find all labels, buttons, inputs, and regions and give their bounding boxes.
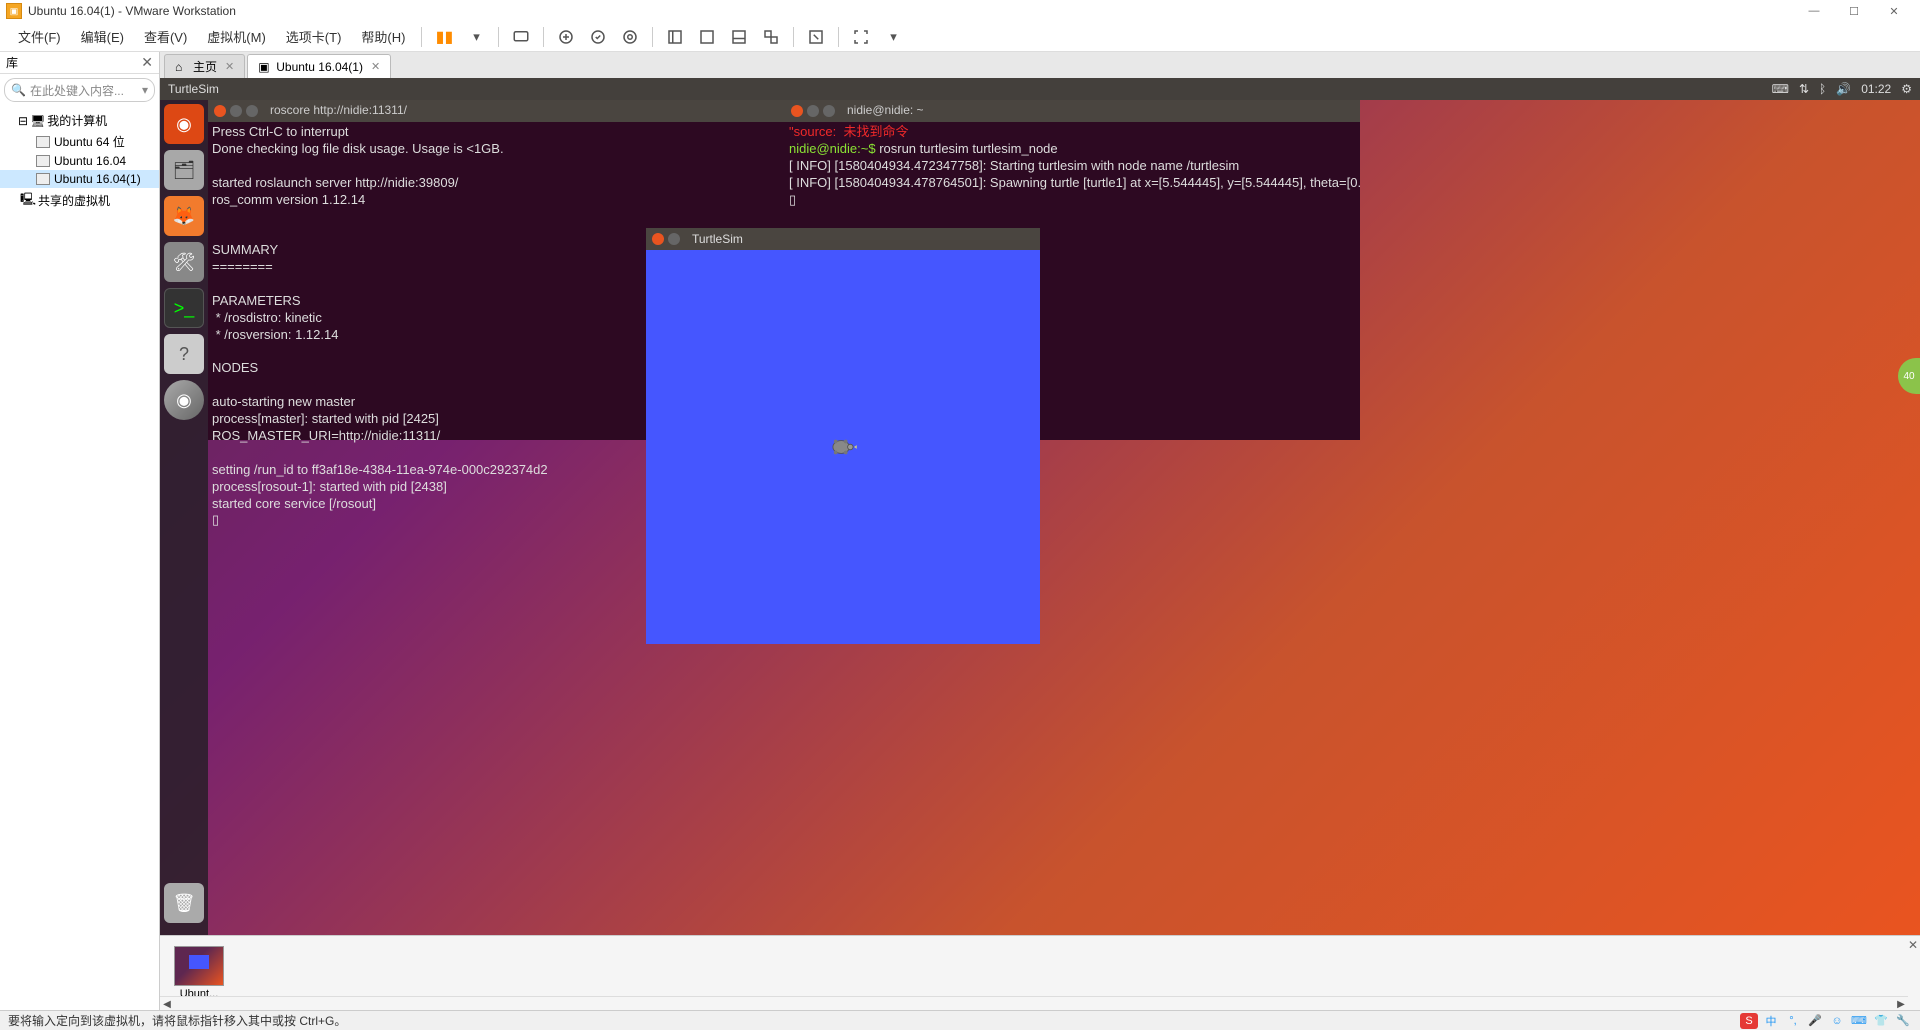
launcher-dvd[interactable]: ◉ <box>164 380 204 420</box>
vm-thumbnail[interactable]: Ubunt... <box>164 946 234 1000</box>
keyboard-indicator-icon[interactable]: ⌨ <box>1772 82 1789 96</box>
tree-vm-item-selected[interactable]: Ubuntu 16.04(1) <box>0 170 159 188</box>
term-close-icon[interactable] <box>791 105 803 117</box>
launcher-trash[interactable]: 🗑 <box>164 883 204 923</box>
search-icon: 🔍 <box>11 83 26 97</box>
launcher-help[interactable]: ? <box>164 334 204 374</box>
statusbar: 要将输入定向到该虚拟机，请将鼠标指针移入其中或按 Ctrl+G。 S 中 °, … <box>0 1010 1920 1030</box>
menu-view[interactable]: 查看(V) <box>134 23 197 50</box>
volume-icon[interactable]: 🔊 <box>1836 82 1851 96</box>
guest-display[interactable]: TurtleSim ⌨ ⇅ ᛒ 🔊 01:22 ⚙ ◉ 🗂 🦊 🛠 >_ ? ◉ <box>160 78 1920 935</box>
tray-emoji-icon[interactable]: ☺ <box>1828 1013 1846 1029</box>
close-button[interactable]: ✕ <box>1874 1 1914 21</box>
stretch-dropdown[interactable]: ▾ <box>879 25 907 49</box>
tray-punct-icon[interactable]: °, <box>1784 1013 1802 1029</box>
layout-thumb-button[interactable] <box>725 25 753 49</box>
tree-vm-item[interactable]: Ubuntu 64 位 <box>0 131 159 152</box>
tray-tool-icon[interactable]: 🔧 <box>1894 1013 1912 1029</box>
bottom-thumb-panel: ✕ Ubunt... ◀ ▶ <box>160 935 1920 1010</box>
layout-tabs-button[interactable] <box>693 25 721 49</box>
menu-tabs[interactable]: 选项卡(T) <box>276 23 352 50</box>
menu-file[interactable]: 文件(F) <box>8 23 71 50</box>
minimize-button[interactable]: — <box>1794 1 1834 21</box>
topbar-title: TurtleSim <box>168 82 219 96</box>
launcher-dash[interactable]: ◉ <box>164 104 204 144</box>
bottom-scrollbar[interactable]: ◀ ▶ <box>160 996 1908 1010</box>
bottom-panel-close-button[interactable]: ✕ <box>1908 938 1918 952</box>
clock-text[interactable]: 01:22 <box>1861 82 1891 96</box>
scroll-right-button[interactable]: ▶ <box>1894 997 1908 1011</box>
term-title: nidie@nidie: ~ <box>847 103 924 119</box>
stretch-button[interactable] <box>847 25 875 49</box>
term-title: roscore http://nidie:11311/ <box>270 103 407 119</box>
tray-person-icon[interactable]: 👕 <box>1872 1013 1890 1029</box>
tree-shared-vms[interactable]: 🖳共享的虚拟机 <box>0 188 159 213</box>
term-max-icon[interactable] <box>246 105 258 117</box>
bluetooth-icon[interactable]: ᛒ <box>1819 82 1826 96</box>
library-close-button[interactable]: ✕ <box>141 54 153 71</box>
tray-keyboard-icon[interactable]: ⌨ <box>1850 1013 1868 1029</box>
launcher-firefox[interactable]: 🦊 <box>164 196 204 236</box>
ubuntu-topbar: TurtleSim ⌨ ⇅ ᛒ 🔊 01:22 ⚙ <box>160 78 1920 100</box>
term-max-icon[interactable] <box>823 105 835 117</box>
vm-thumbnail-image <box>174 946 224 986</box>
tab-close-button[interactable]: ✕ <box>371 60 380 73</box>
snapshot-revert-button[interactable] <box>584 25 612 49</box>
settings-gear-icon[interactable]: ⚙ <box>1901 82 1912 96</box>
turtlesim-window[interactable]: TurtleSim <box>646 228 1040 644</box>
side-badge[interactable]: 40 <box>1898 358 1920 394</box>
vmware-icon: ▣ <box>6 3 22 19</box>
tray-lang-icon[interactable]: 中 <box>1762 1013 1780 1029</box>
launcher-files[interactable]: 🗂 <box>164 150 204 190</box>
menubar: 文件(F) 编辑(E) 查看(V) 虚拟机(M) 选项卡(T) 帮助(H) ▮▮… <box>0 22 1920 52</box>
home-icon: ⌂ <box>175 60 189 74</box>
launcher-settings[interactable]: 🛠 <box>164 242 204 282</box>
library-search[interactable]: 🔍 在此处键入内容... ▾ <box>4 78 155 102</box>
tree-my-computer[interactable]: ⊟ 🖥我的计算机 <box>0 110 159 131</box>
window-title: Ubuntu 16.04(1) - VMware Workstation <box>28 4 236 18</box>
library-title: 库 <box>6 54 18 71</box>
layout-unity-button[interactable] <box>757 25 785 49</box>
tab-home[interactable]: ⌂ 主页 ✕ <box>164 54 245 78</box>
turtle-sprite <box>829 436 857 458</box>
turtlesim-min-icon[interactable] <box>668 233 680 245</box>
vm-tabs: ⌂ 主页 ✕ ▣ Ubuntu 16.04(1) ✕ <box>160 52 1920 78</box>
term-min-icon[interactable] <box>230 105 242 117</box>
turtlesim-canvas[interactable] <box>646 250 1040 644</box>
menu-help[interactable]: 帮助(H) <box>351 23 415 50</box>
library-sidebar: 库 ✕ 🔍 在此处键入内容... ▾ ⊟ 🖥我的计算机 Ubuntu 64 位 … <box>0 52 160 1010</box>
term-output: "source: 未找到命令 nidie@nidie:~$ rosrun tur… <box>785 122 1360 210</box>
fullscreen-button[interactable] <box>802 25 830 49</box>
term-min-icon[interactable] <box>807 105 819 117</box>
window-titlebar: ▣ Ubuntu 16.04(1) - VMware Workstation —… <box>0 0 1920 22</box>
network-icon[interactable]: ⇅ <box>1799 82 1809 96</box>
term-close-icon[interactable] <box>214 105 226 117</box>
turtlesim-close-icon[interactable] <box>652 233 664 245</box>
vm-icon: ▣ <box>258 60 272 74</box>
menu-vm[interactable]: 虚拟机(M) <box>197 23 276 50</box>
turtlesim-title: TurtleSim <box>692 232 743 246</box>
maximize-button[interactable]: ☐ <box>1834 1 1874 21</box>
scroll-left-button[interactable]: ◀ <box>160 997 174 1011</box>
status-hint: 要将输入定向到该虚拟机，请将鼠标指针移入其中或按 Ctrl+G。 <box>8 1012 346 1029</box>
tab-vm[interactable]: ▣ Ubuntu 16.04(1) ✕ <box>247 54 391 78</box>
tray-ime-icon[interactable]: S <box>1740 1013 1758 1029</box>
tab-close-button[interactable]: ✕ <box>225 60 234 73</box>
tree-vm-item[interactable]: Ubuntu 16.04 <box>0 152 159 170</box>
send-ctrl-alt-del-button[interactable] <box>507 25 535 49</box>
pause-button[interactable]: ▮▮ <box>430 25 458 49</box>
search-placeholder: 在此处键入内容... <box>30 82 124 99</box>
layout-single-button[interactable] <box>661 25 689 49</box>
menu-edit[interactable]: 编辑(E) <box>71 23 134 50</box>
tray-mic-icon[interactable]: 🎤 <box>1806 1013 1824 1029</box>
pause-dropdown[interactable]: ▾ <box>462 25 490 49</box>
unity-launcher: ◉ 🗂 🦊 🛠 >_ ? ◉ 🗑 <box>160 100 208 935</box>
snapshot-take-button[interactable] <box>552 25 580 49</box>
launcher-terminal[interactable]: >_ <box>164 288 204 328</box>
snapshot-manage-button[interactable] <box>616 25 644 49</box>
